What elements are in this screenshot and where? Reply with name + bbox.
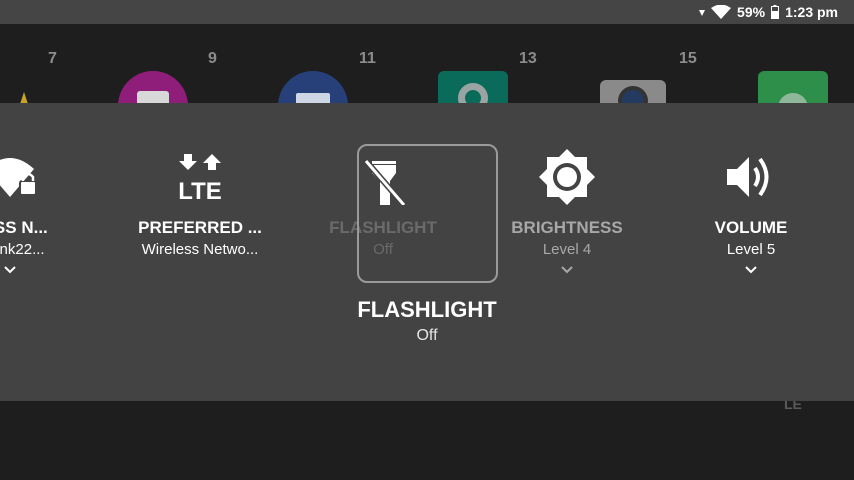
page-number: 7: [48, 50, 57, 67]
focused-tile-title: FLASHLIGHT: [357, 297, 497, 322]
tile-brightness[interactable]: BRIGHTNESS Level 4: [487, 103, 647, 283]
page-number: 13: [519, 50, 537, 67]
focused-tile-subtitle: Off: [416, 327, 438, 344]
page-number: 9: [208, 50, 217, 67]
tile-preferred-network[interactable]: LTE PREFERRED ... Wireless Netwo...: [120, 103, 280, 283]
clock: 1:23 pm: [785, 4, 838, 20]
tile-title: LESS N...: [0, 218, 48, 237]
tile-subtitle: Level 4: [542, 241, 592, 258]
signal-arrow-icon: [699, 8, 706, 16]
tile-title: BRIGHTNESS: [511, 218, 623, 237]
tile-subtitle: ryLink22...: [0, 241, 45, 258]
status-indicators: 59% 1:23 pm: [699, 0, 838, 24]
tile-title: PREFERRED ...: [138, 218, 262, 237]
page-number: 15: [679, 50, 697, 67]
tile-volume[interactable]: VOLUME Level 5: [671, 103, 831, 283]
wifi-icon: [711, 5, 732, 19]
tile-title: VOLUME: [714, 218, 788, 237]
tile-subtitle: Wireless Netwo...: [141, 241, 259, 258]
status-bar: 59% 1:23 pm: [0, 0, 854, 24]
wifi-lock-icon: [0, 149, 38, 205]
screen: 7 9 11 13 15 LE 59% 1:23 pm S N... nk22.…: [0, 0, 854, 480]
lte-icon: LTE: [172, 149, 228, 205]
battery-icon: [771, 5, 780, 19]
tile-wireless-network[interactable]: LESS N... ryLink22...: [0, 103, 90, 283]
tile-subtitle: Level 5: [726, 241, 776, 258]
chevron-down-icon[interactable]: [743, 263, 759, 275]
page-number: 11: [359, 50, 376, 67]
lte-icon-text: LTE: [178, 178, 222, 205]
brightness-icon: [539, 149, 595, 205]
focus-highlight[interactable]: [357, 144, 498, 283]
battery-percent: 59%: [737, 4, 766, 20]
volume-icon: [723, 149, 779, 205]
chevron-down-icon[interactable]: [559, 263, 575, 275]
chevron-down-icon[interactable]: [2, 263, 18, 275]
